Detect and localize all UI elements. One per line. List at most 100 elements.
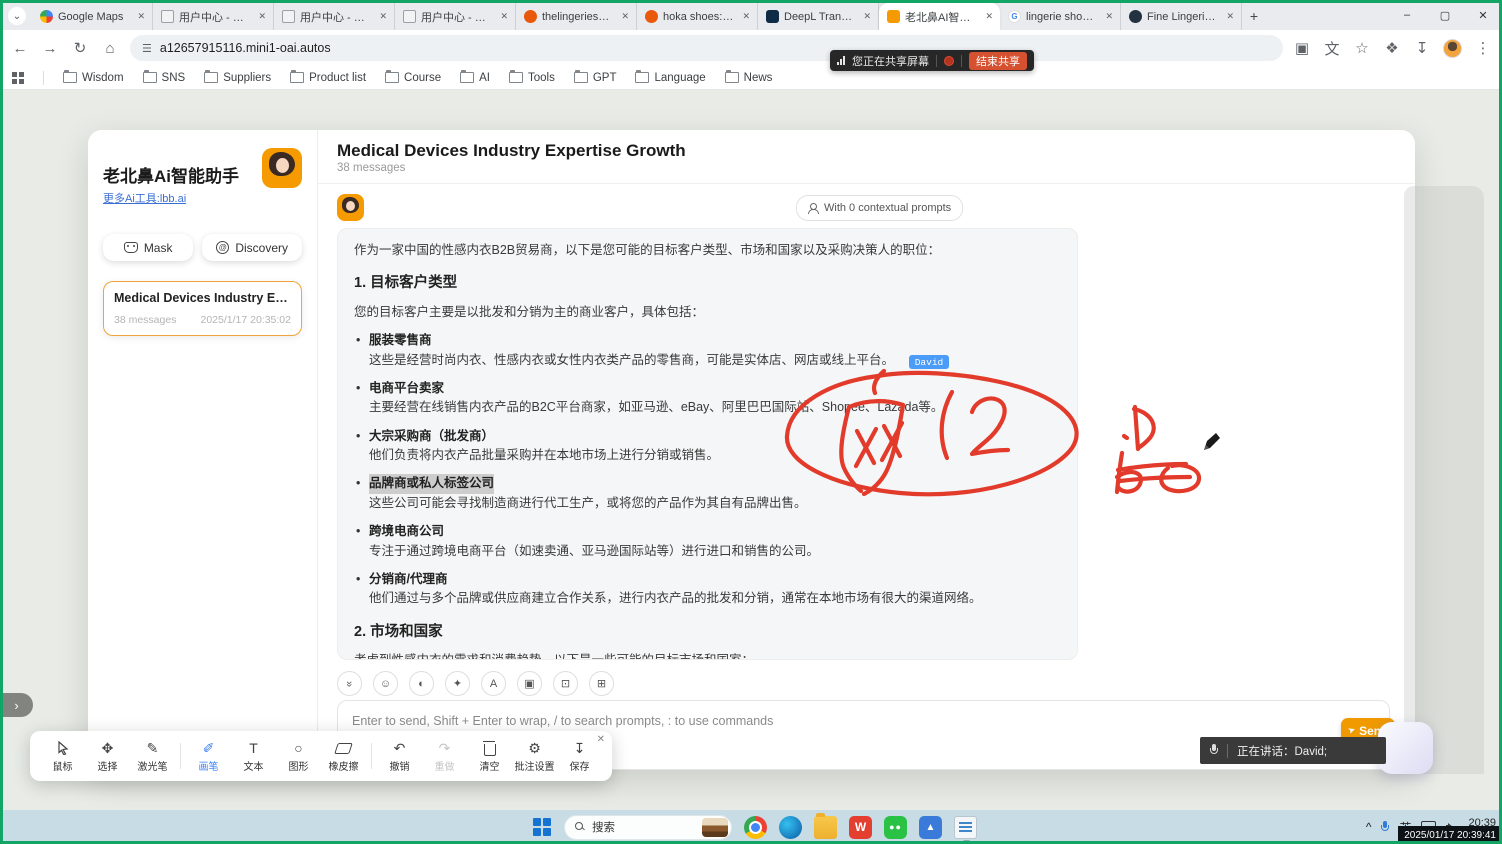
tab-close-icon[interactable]: ✕	[256, 9, 268, 24]
tab-close-icon[interactable]: ✕	[1103, 9, 1115, 24]
contextual-prompts-pill[interactable]: With 0 contextual prompts	[796, 195, 963, 221]
bookmark-folder-ai[interactable]: AI	[460, 72, 490, 84]
section-1-heading: 1. 目标客户类型	[354, 272, 1061, 294]
tab-user-center-2[interactable]: 用户中心 - 首页✕	[274, 3, 395, 30]
bookmark-folder-wisdom[interactable]: Wisdom	[63, 72, 124, 84]
text-tool-icon: T	[249, 740, 258, 757]
tool-select[interactable]: ✥ 选择	[85, 740, 130, 773]
bookmark-folder-product-list[interactable]: Product list	[290, 72, 366, 84]
start-button[interactable]	[533, 818, 552, 837]
tab-close-icon[interactable]: ✕	[377, 9, 389, 24]
tool-shape[interactable]: ○ 图形	[276, 740, 321, 773]
tab-fine-lingerie[interactable]: Fine Lingerie, Sle✕	[1121, 3, 1242, 30]
tool-annotation-settings[interactable]: ⚙ 批注设置	[512, 740, 557, 773]
tab-close-icon[interactable]: ✕	[740, 9, 752, 24]
emoji-icon[interactable]: ☺	[373, 671, 398, 696]
taskbar-notes-icon[interactable]	[954, 816, 977, 839]
maximize-button[interactable]: ▢	[1426, 0, 1464, 30]
font-size-icon[interactable]: A	[481, 671, 506, 696]
stop-sharing-button[interactable]: 结束共享	[969, 52, 1027, 70]
tool-undo[interactable]: ↶ 撤销	[377, 740, 422, 773]
plugins-grid-icon[interactable]: ⊞	[589, 671, 614, 696]
tab-search-chevron-icon[interactable]: ⌄	[8, 7, 26, 25]
tool-mouse[interactable]: 鼠标	[40, 740, 85, 773]
bookmark-folder-gpt[interactable]: GPT	[574, 72, 617, 84]
tool-save[interactable]: ↧ 保存	[557, 740, 602, 773]
scroll-to-bottom-icon[interactable]: »	[337, 671, 362, 696]
reload-icon[interactable]: ↻	[70, 39, 90, 57]
downloads-icon[interactable]: ↧	[1413, 39, 1431, 57]
tray-chevron-icon[interactable]: ^	[1366, 820, 1372, 834]
forward-icon[interactable]: →	[40, 40, 60, 57]
taskbar-chrome-icon[interactable]	[744, 816, 767, 839]
taskbar-explorer-icon[interactable]	[814, 816, 837, 839]
tab-close-icon[interactable]: ✕	[861, 9, 873, 24]
extensions-icon[interactable]: ❖	[1383, 39, 1401, 57]
tab-google-maps[interactable]: Google Maps✕	[32, 3, 153, 30]
tab-close-icon[interactable]: ✕	[135, 9, 147, 24]
tab-hoka-shoes[interactable]: hoka shoes: Ove✕	[637, 3, 758, 30]
tab-lingerie-shop-search[interactable]: Glingerie shop - G✕	[1000, 3, 1121, 30]
minimize-button[interactable]: –	[1388, 0, 1426, 30]
apps-grid-icon[interactable]	[12, 72, 24, 84]
taskbar-app-icon[interactable]: ▲	[919, 816, 942, 839]
tool-clear[interactable]: 清空	[467, 740, 512, 773]
bookmark-folder-sns[interactable]: SNS	[143, 72, 186, 84]
chat-list-item-selected[interactable]: Medical Devices Industry Exp... 38 messa…	[103, 281, 302, 336]
frame-icon[interactable]: ▣	[517, 671, 542, 696]
translate-icon[interactable]: 文	[1323, 38, 1341, 59]
tool-text[interactable]: T 文本	[231, 740, 276, 773]
bookmark-folder-course[interactable]: Course	[385, 72, 441, 84]
tab-close-icon[interactable]: ✕	[1224, 9, 1236, 24]
recording-dot-icon	[944, 56, 954, 66]
tab-thelingerieshop[interactable]: thelingerieshop✕	[516, 3, 637, 30]
tool-pen-active[interactable]: ✐ 画笔	[186, 740, 231, 773]
tool-laser-pen[interactable]: ✎ 激光笔	[130, 740, 175, 773]
divider	[961, 55, 962, 67]
close-window-button[interactable]: ✕	[1464, 0, 1502, 30]
divider	[318, 183, 1415, 184]
theme-icon[interactable]: ◐	[409, 671, 434, 696]
tab-close-icon[interactable]: ✕	[619, 9, 631, 24]
taskbar: 搜索 W ●● ▲ ^ 英 20:39	[0, 810, 1502, 844]
speaking-indicator: 正在讲话：David;	[1200, 737, 1386, 764]
cast-icon[interactable]: ▣	[1293, 39, 1311, 57]
annotation-toolbar: 鼠标 ✥ 选择 ✎ 激光笔 ✐ 画笔 T 文本 ○ 图形 橡皮擦 ↶	[30, 731, 612, 781]
taskbar-search[interactable]: 搜索	[564, 815, 732, 840]
back-icon[interactable]: ←	[10, 40, 30, 57]
taskbar-wechat-icon[interactable]: ●●	[884, 816, 907, 839]
taskbar-edge-icon[interactable]	[779, 816, 802, 839]
tool-eraser[interactable]: 橡皮擦	[321, 740, 366, 773]
tab-close-icon[interactable]: ✕	[983, 9, 995, 24]
address-bar[interactable]: ☰ a12657915116.mini1-oai.autos	[130, 35, 1283, 61]
tray-mic-icon[interactable]	[1381, 821, 1389, 834]
tab-laobeibi-active[interactable]: 老北鼻AI智能助手✕	[879, 3, 1000, 30]
menu-dots-icon[interactable]: ⋮	[1474, 39, 1492, 57]
left-panel-toggle[interactable]: ›	[0, 693, 33, 717]
tab-user-center-3[interactable]: 用户中心 - 首页✕	[395, 3, 516, 30]
home-icon[interactable]: ⌂	[100, 40, 120, 57]
mask-button[interactable]: Mask	[103, 234, 193, 261]
bookmark-folder-news[interactable]: News	[725, 72, 773, 84]
tab-deepl[interactable]: DeepL Translate✕	[758, 3, 879, 30]
bookmark-folder-language[interactable]: Language	[635, 72, 705, 84]
bookmark-folder-suppliers[interactable]: Suppliers	[204, 72, 271, 84]
search-icon	[575, 822, 585, 832]
taskbar-wps-icon[interactable]: W	[849, 816, 872, 839]
chat-message-count: 38 messages	[337, 162, 405, 174]
bookmark-star-icon[interactable]: ☆	[1353, 39, 1371, 57]
discovery-button[interactable]: @Discovery	[202, 234, 302, 261]
new-tab-button[interactable]: +	[1242, 4, 1266, 28]
more-tools-link[interactable]: 更多Ai工具:lbb.ai	[103, 190, 186, 206]
toolbar-close-icon[interactable]: ✕	[597, 734, 605, 745]
site-info-icon[interactable]: ☰	[142, 42, 152, 55]
divider	[936, 55, 937, 67]
robot-icon[interactable]: ⊡	[553, 671, 578, 696]
floating-widget[interactable]	[1378, 722, 1433, 774]
bookmark-folder-tools[interactable]: Tools	[509, 72, 555, 84]
tab-user-center-1[interactable]: 用户中心 - 首页✕	[153, 3, 274, 30]
tab-close-icon[interactable]: ✕	[498, 9, 510, 24]
profile-avatar[interactable]	[1443, 39, 1462, 58]
chat-item-timestamp: 2025/1/17 20:35:02	[200, 314, 291, 326]
prompt-wand-icon[interactable]: ✦	[445, 671, 470, 696]
